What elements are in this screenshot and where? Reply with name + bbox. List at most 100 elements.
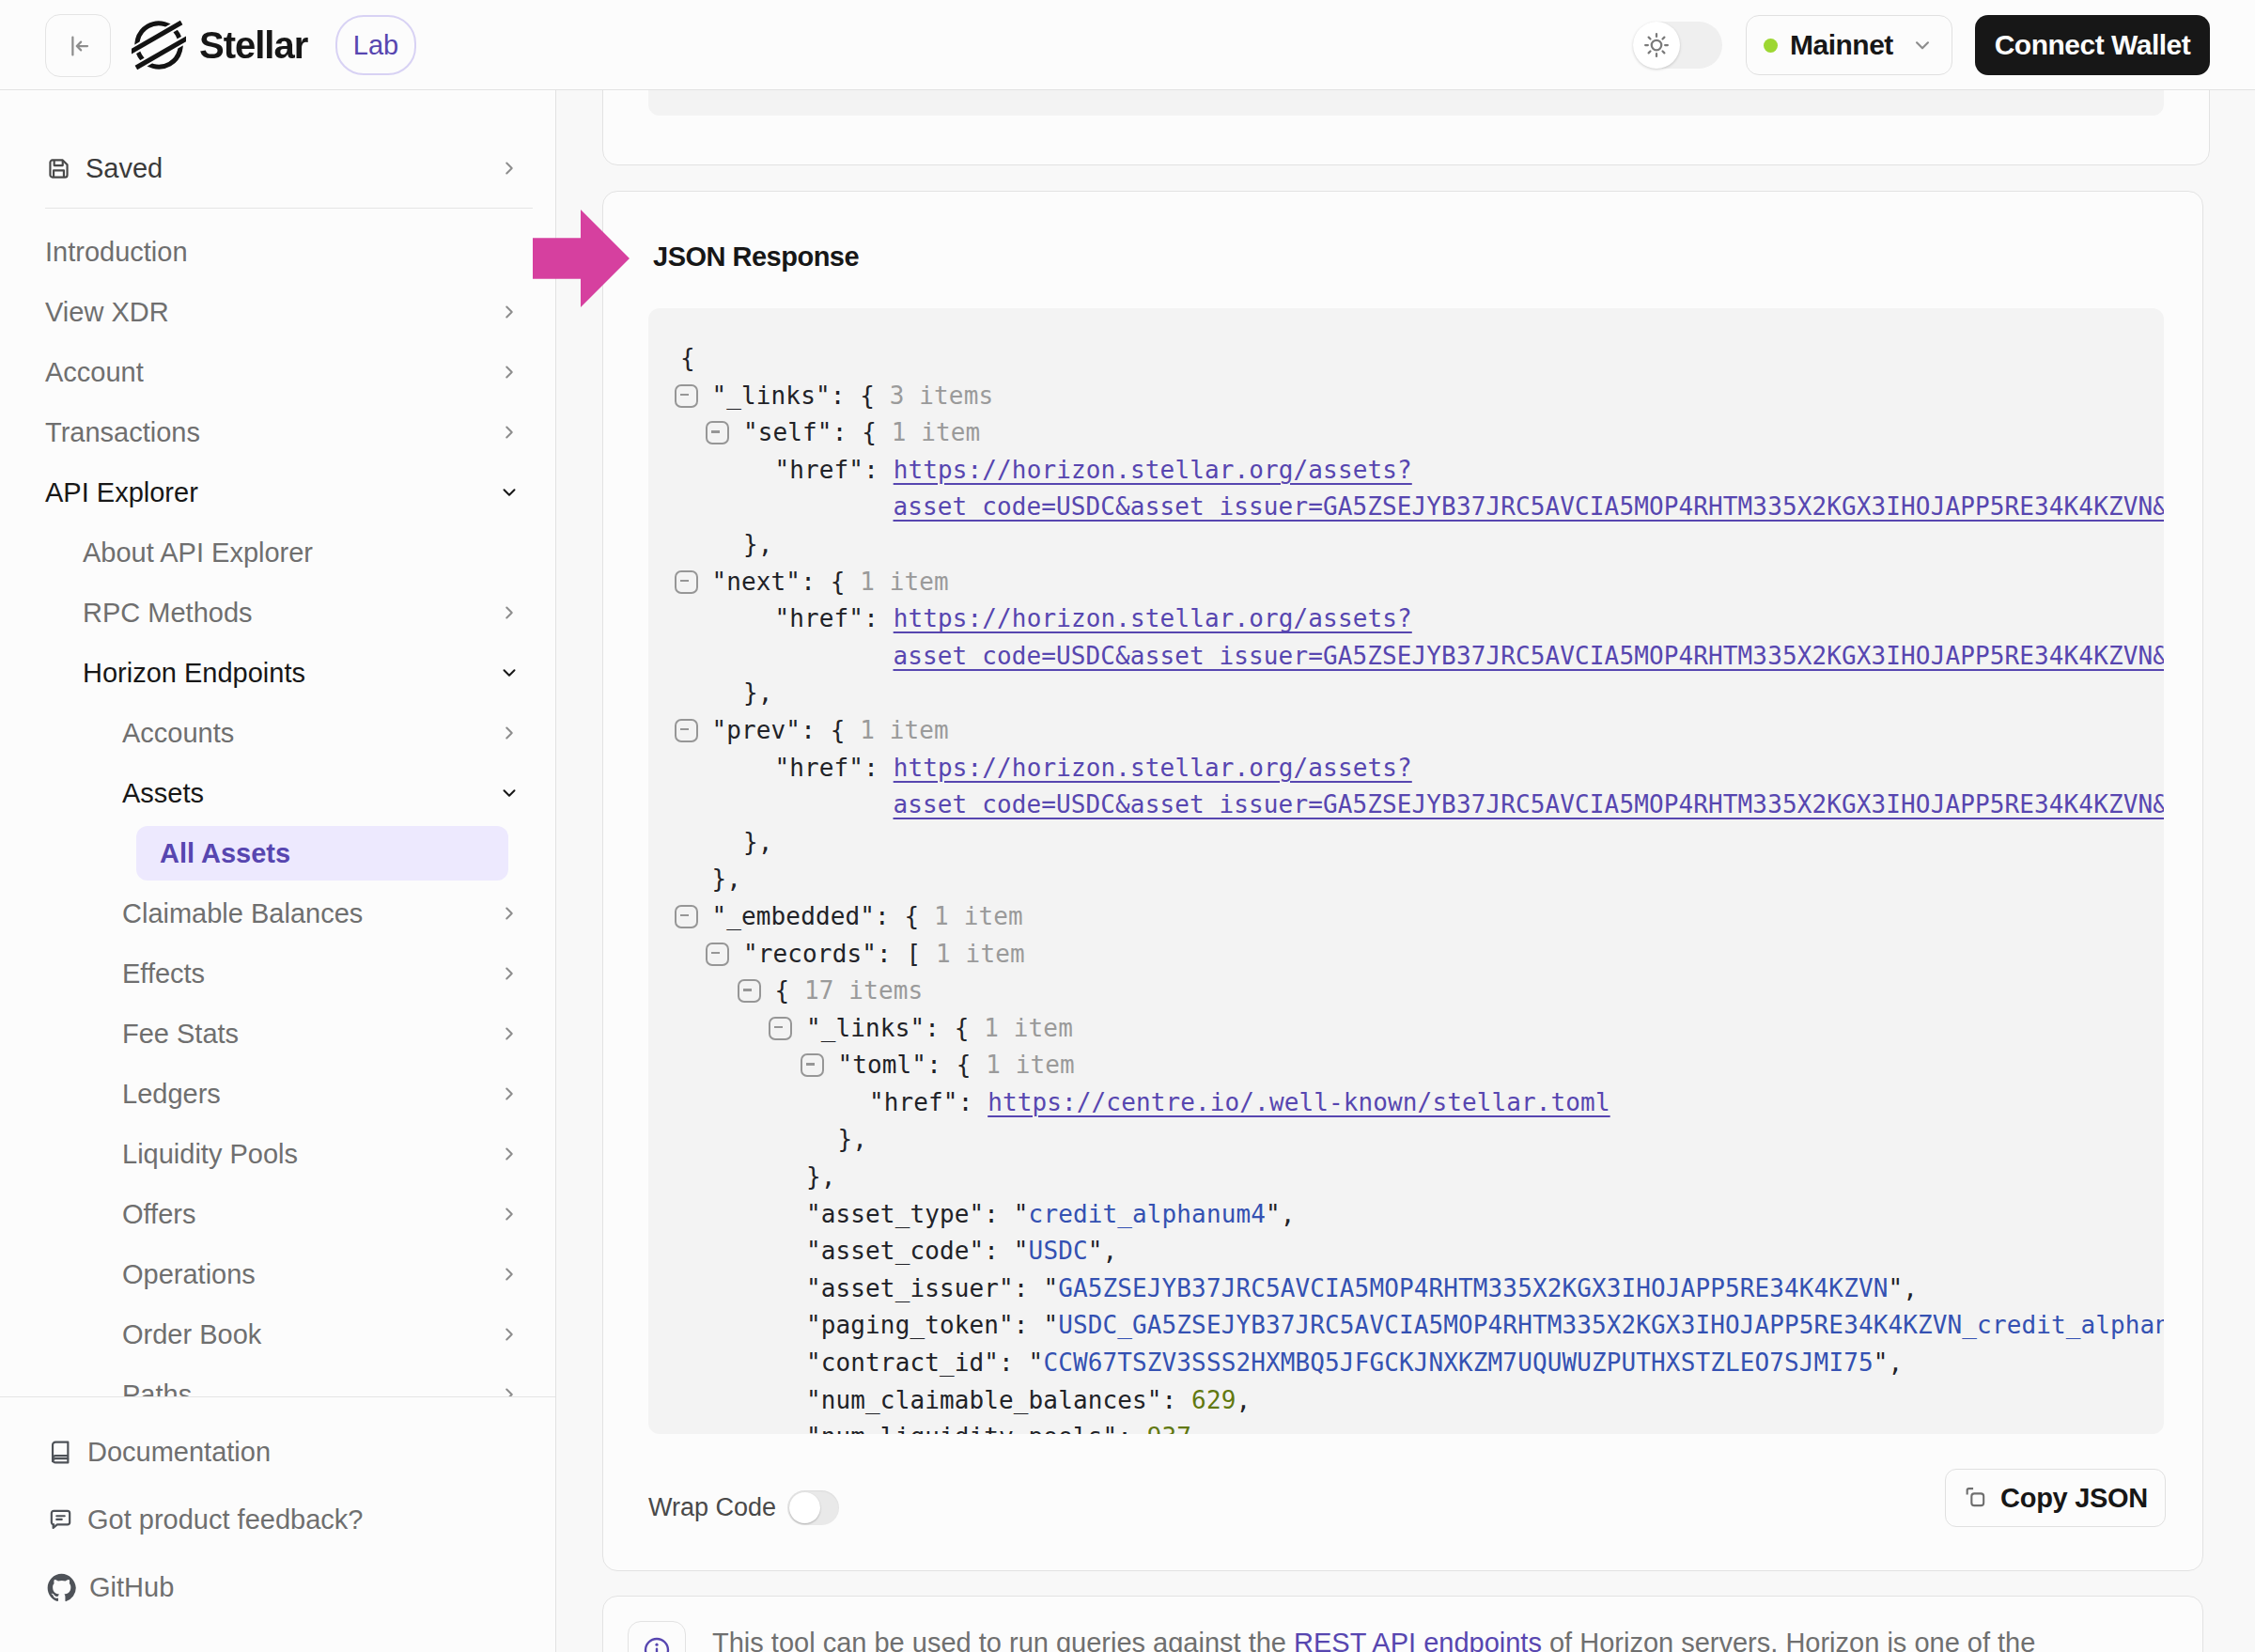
sidebar-footer-documentation[interactable]: Documentation: [47, 1431, 271, 1473]
sidebar-collapse-button[interactable]: [45, 14, 111, 77]
collapse-node-icon[interactable]: [675, 905, 698, 928]
chevron-right-icon: [499, 903, 520, 924]
sidebar-item-paths[interactable]: Paths: [0, 1374, 555, 1396]
collapse-node-icon[interactable]: [675, 570, 698, 594]
chevron-down-icon: [499, 482, 520, 503]
sidebar-footer-got-product-feedback-[interactable]: Got product feedback?: [47, 1499, 363, 1540]
json-line-16: "records": [ 1 item: [648, 936, 2164, 974]
brand[interactable]: Stellar: [132, 18, 307, 72]
sidebar-footer-github[interactable]: GitHub: [47, 1566, 174, 1608]
collapse-node-icon[interactable]: [738, 979, 761, 1003]
wrap-code-toggle-knob: [789, 1492, 820, 1523]
chevron-right-icon: [499, 302, 520, 322]
json-line-11: "href": https://horizon.stellar.org/asse…: [648, 750, 2164, 787]
sidebar: Saved Introduction View XDR Account Transact…: [0, 90, 556, 1652]
collapse-node-icon[interactable]: [706, 421, 729, 444]
chevron-right-icon: [499, 362, 520, 382]
sidebar-item-operations[interactable]: Operations: [0, 1254, 555, 1295]
collapse-node-icon[interactable]: [675, 384, 698, 408]
json-line-28: "num_claimable_balances": 629,: [648, 1382, 2164, 1420]
json-line-29: "num_liquidity_pools": 937,: [648, 1419, 2164, 1434]
json-line-6: "next": { 1 item: [648, 564, 2164, 601]
json-line-4: asset_code=USDC&asset_issuer=GA5ZSEJYB37…: [648, 489, 2164, 526]
json-line-0: {: [648, 340, 2164, 378]
book-icon: [47, 1439, 74, 1466]
info-icon-badge: [628, 1621, 686, 1652]
json-line-9: },: [648, 675, 2164, 712]
sidebar-item-account[interactable]: Account: [0, 351, 555, 393]
chevron-right-icon: [499, 1023, 520, 1044]
sidebar-item-offers[interactable]: Offers: [0, 1193, 555, 1235]
feedback-icon: [47, 1506, 74, 1534]
info-note: This tool can be used to run queries aga…: [712, 1624, 2035, 1652]
json-line-19: "toml": { 1 item: [648, 1047, 2164, 1084]
sidebar-item-claimable-balances[interactable]: Claimable Balances: [0, 893, 555, 934]
sidebar-item-effects[interactable]: Effects: [0, 953, 555, 994]
chevron-right-icon: [499, 1324, 520, 1345]
json-line-22: },: [648, 1159, 2164, 1196]
json-line-23: "asset_type": "credit_alphanum4",: [648, 1196, 2164, 1234]
connect-wallet-button[interactable]: Connect Wallet: [1975, 15, 2210, 75]
chevron-right-icon: [499, 1264, 520, 1285]
network-selector[interactable]: Mainnet: [1746, 15, 1952, 75]
sidebar-item-transactions[interactable]: Transactions: [0, 412, 555, 453]
json-line-12: asset_code=USDC&asset_issuer=GA5ZSEJYB37…: [648, 787, 2164, 824]
collapse-node-icon[interactable]: [801, 1053, 824, 1077]
collapse-node-icon[interactable]: [769, 1017, 792, 1040]
sidebar-item-all-assets[interactable]: All Assets: [0, 833, 555, 874]
sidebar-item-accounts[interactable]: Accounts: [0, 712, 555, 754]
info-card: This tool can be used to run queries aga…: [602, 1596, 2203, 1652]
sidebar-item-order-book[interactable]: Order Book: [0, 1314, 555, 1355]
collapse-node-icon[interactable]: [706, 943, 729, 966]
chevron-right-icon: [499, 422, 520, 443]
json-line-17: { 17 items: [648, 973, 2164, 1010]
json-line-25: "asset_issuer": "GA5ZSEJYB37JRC5AVCIA5MO…: [648, 1270, 2164, 1308]
json-response-card: JSON Response {"_links": { 3 items"self"…: [602, 191, 2203, 1571]
stellar-logo: [132, 18, 186, 72]
sidebar-item-liquidity-pools[interactable]: Liquidity Pools: [0, 1133, 555, 1175]
collapse-icon: [64, 32, 92, 60]
sidebar-item-about-api-explorer[interactable]: About API Explorer: [0, 532, 555, 573]
theme-toggle[interactable]: [1633, 22, 1722, 69]
chevron-right-icon: [499, 1204, 520, 1224]
info-note-text2: of Horizon servers. Horizon is one of th…: [1542, 1628, 2035, 1652]
network-chevron-down-icon: [1910, 33, 1935, 57]
theme-toggle-knob: [1633, 22, 1680, 69]
sidebar-item-fee-stats[interactable]: Fee Stats: [0, 1013, 555, 1054]
info-icon: [642, 1635, 672, 1652]
save-icon: [45, 155, 72, 182]
chevron-right-icon: [499, 963, 520, 984]
chevron-down-icon: [499, 783, 520, 803]
json-line-13: },: [648, 824, 2164, 862]
chevron-right-icon: [499, 602, 520, 623]
json-line-2: "self": { 1 item: [648, 414, 2164, 452]
chevron-right-icon: [499, 723, 520, 743]
wrap-code-toggle[interactable]: [787, 1490, 839, 1525]
chevron-down-icon: [499, 662, 520, 683]
collapse-node-icon[interactable]: [675, 719, 698, 742]
json-line-7: "href": https://horizon.stellar.org/asse…: [648, 600, 2164, 638]
sidebar-item-introduction[interactable]: Introduction: [0, 231, 555, 273]
sidebar-item-saved[interactable]: Saved: [0, 148, 555, 189]
sidebar-item-assets[interactable]: Assets: [0, 772, 555, 814]
sidebar-item-view-xdr[interactable]: View XDR: [0, 291, 555, 333]
sun-icon: [1642, 31, 1671, 59]
sidebar-item-ledgers[interactable]: Ledgers: [0, 1073, 555, 1114]
copy-icon: [1963, 1485, 1989, 1511]
chevron-right-icon: [499, 1083, 520, 1104]
json-line-20: "href": https://centre.io/.well-known/st…: [648, 1084, 2164, 1122]
lab-badge: Lab: [335, 15, 416, 75]
rest-api-endpoints-link[interactable]: REST API endpoints: [1294, 1628, 1542, 1652]
sidebar-item-api-explorer[interactable]: API Explorer: [0, 472, 555, 513]
json-code-block[interactable]: {"_links": { 3 items"self": { 1 item"hre…: [648, 308, 2164, 1434]
github-icon: [47, 1573, 76, 1602]
json-line-3: "href": https://horizon.stellar.org/asse…: [648, 452, 2164, 490]
connect-wallet-label: Connect Wallet: [1995, 29, 2191, 61]
sidebar-item-rpc-methods[interactable]: RPC Methods: [0, 592, 555, 633]
json-line-26: "paging_token": "USDC_GA5ZSEJYB37JRC5AVC…: [648, 1307, 2164, 1345]
sidebar-item-horizon-endpoints[interactable]: Horizon Endpoints: [0, 652, 555, 694]
json-line-1: "_links": { 3 items: [648, 378, 2164, 415]
copy-json-button[interactable]: Copy JSON: [1945, 1469, 2166, 1527]
json-line-21: },: [648, 1121, 2164, 1159]
copy-json-label: Copy JSON: [2000, 1483, 2148, 1514]
